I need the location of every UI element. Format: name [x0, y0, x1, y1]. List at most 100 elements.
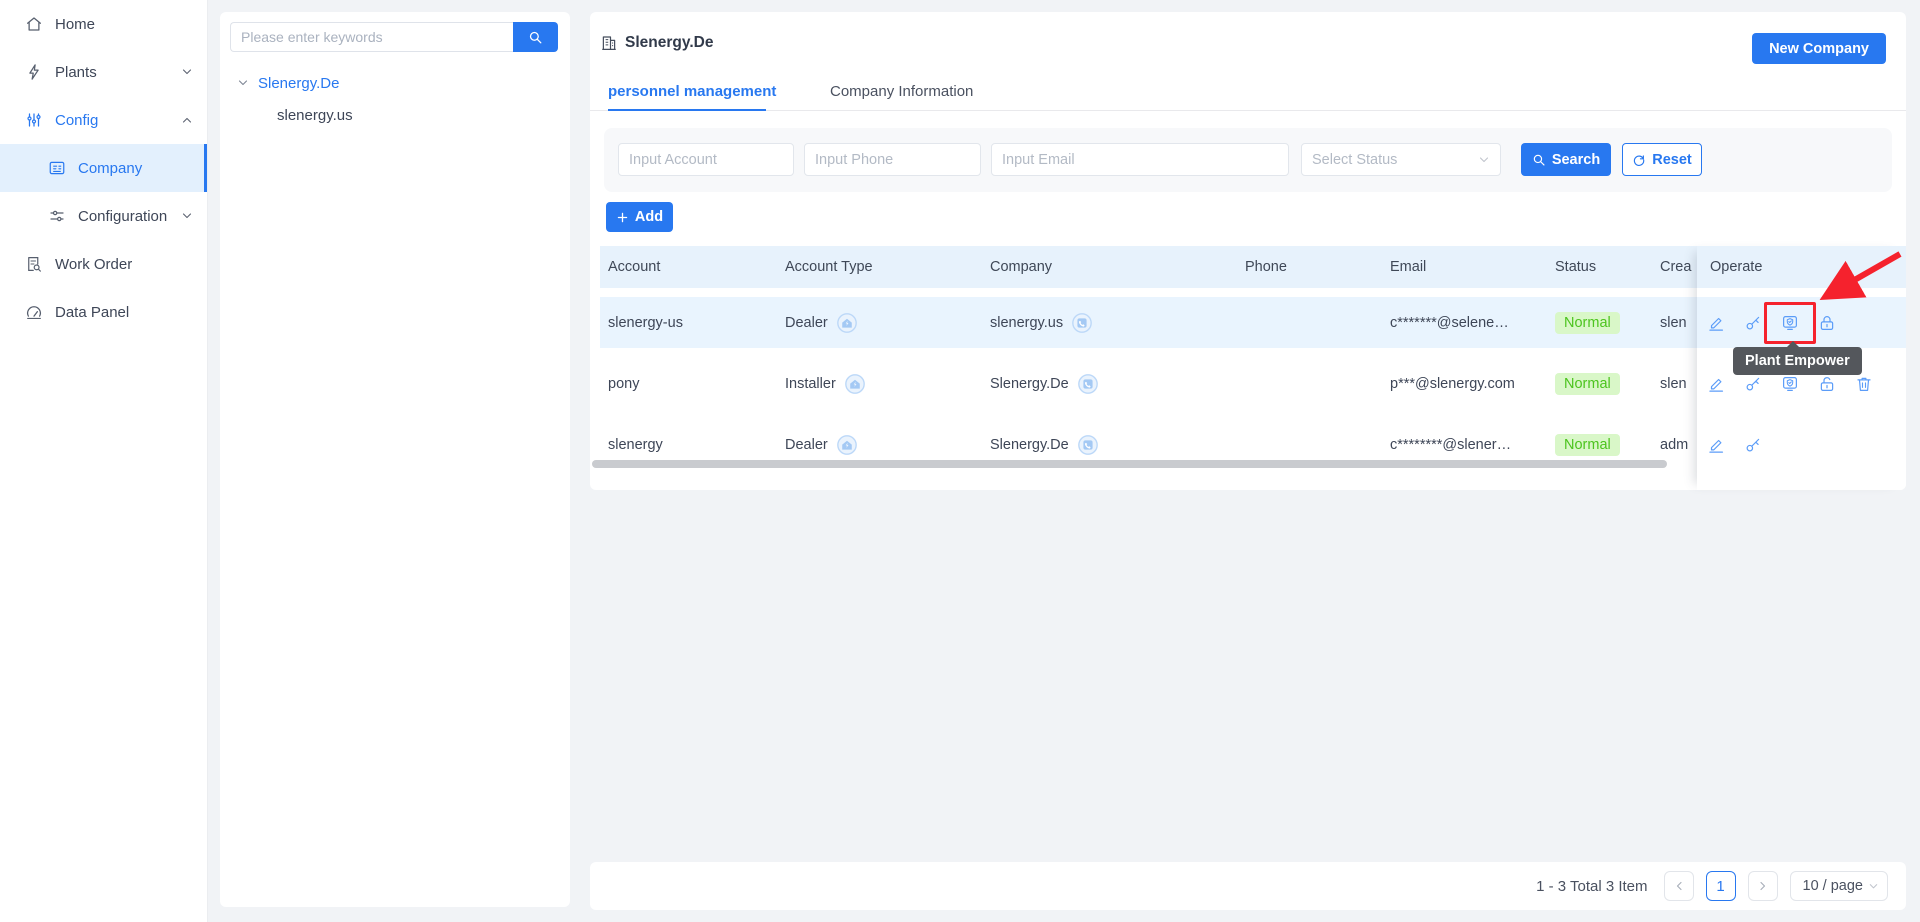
edit-action-icon[interactable] — [1707, 314, 1725, 332]
cell-account-type: Installer — [785, 376, 836, 392]
cell-email: p***@slenergy.com — [1382, 376, 1547, 392]
tree-search-button[interactable] — [513, 22, 558, 52]
cell-email: c*******@selene… — [1382, 315, 1547, 331]
next-page-button[interactable] — [1748, 871, 1778, 901]
new-company-button[interactable]: New Company — [1752, 33, 1886, 64]
previous-page-button[interactable] — [1664, 871, 1694, 901]
tab-company-information[interactable]: Company Information — [830, 73, 973, 110]
company-card-icon — [48, 159, 66, 177]
column-header-account-type: Account Type — [777, 259, 982, 275]
sidebar-item-config[interactable]: Config — [0, 96, 207, 144]
cell-account: slenergy — [600, 437, 777, 453]
tab-personnel-management[interactable]: personnel management — [608, 73, 776, 110]
account-type-badge-icon — [836, 434, 858, 456]
refresh-icon — [1632, 153, 1646, 167]
account-type-badge-icon — [844, 373, 866, 395]
search-icon — [1532, 153, 1546, 167]
sidebar-item-plants[interactable]: Plants — [0, 48, 207, 96]
tree-node-label: slenergy.us — [277, 107, 353, 124]
delete-action-icon[interactable] — [1855, 375, 1873, 393]
sidebar-item-label: Plants — [55, 64, 169, 81]
sidebar-item-company[interactable]: Company — [0, 144, 207, 192]
company-header: Slenergy.De — [600, 34, 713, 52]
page-size-select[interactable]: 10 / page — [1790, 871, 1888, 901]
edit-action-icon[interactable] — [1707, 375, 1725, 393]
company-contact-badge-icon — [1077, 373, 1099, 395]
tree-node-label: Slenergy.De — [258, 75, 339, 92]
active-tab-underline — [608, 109, 766, 111]
gauge-icon — [25, 303, 43, 321]
key-action-icon[interactable] — [1744, 375, 1762, 393]
status-filter-select[interactable]: Select Status — [1301, 143, 1501, 176]
empower-action-icon[interactable] — [1781, 314, 1799, 332]
plant-empower-tooltip: Plant Empower — [1733, 347, 1862, 375]
company-contact-badge-icon — [1077, 434, 1099, 456]
page-title: Slenergy.De — [625, 34, 713, 52]
sidebar-item-label: Data Panel — [55, 304, 193, 321]
sliders-icon — [48, 207, 66, 225]
edit-action-icon[interactable] — [1707, 436, 1725, 454]
cell-company: slenergy.us — [990, 315, 1063, 331]
account-type-badge-icon — [836, 312, 858, 334]
empower-action-icon[interactable] — [1781, 375, 1799, 393]
cell-account: slenergy-us — [600, 315, 777, 331]
chevron-down-icon — [237, 77, 249, 89]
building-icon — [600, 34, 618, 52]
tab-bar: personnel management Company Information — [590, 74, 1906, 111]
column-header-account: Account — [600, 259, 777, 275]
chevron-down-icon — [1478, 154, 1490, 166]
page-number-button[interactable]: 1 — [1706, 871, 1736, 901]
tree-node-root[interactable]: Slenergy.De — [237, 68, 339, 98]
sidebar-item-label: Work Order — [55, 256, 193, 273]
status-badge: Normal — [1555, 312, 1620, 334]
sidebar-item-data-panel[interactable]: Data Panel — [0, 288, 207, 336]
chevron-down-icon — [1868, 881, 1879, 892]
sidebar-item-label: Config — [55, 112, 169, 129]
company-contact-badge-icon — [1071, 312, 1093, 334]
sidebar-item-home[interactable]: Home — [0, 0, 207, 48]
reset-button[interactable]: Reset — [1622, 143, 1702, 176]
cell-email: c********@slener… — [1382, 437, 1547, 453]
key-action-icon[interactable] — [1744, 436, 1762, 454]
sidebar-item-label: Home — [55, 16, 193, 33]
document-search-icon — [25, 255, 43, 273]
account-filter-input[interactable] — [618, 143, 794, 176]
column-header-company: Company — [982, 259, 1237, 275]
cell-company: Slenergy.De — [990, 376, 1069, 392]
lightning-icon — [25, 63, 43, 81]
horizontal-scrollbar[interactable] — [592, 460, 1667, 468]
key-action-icon[interactable] — [1744, 314, 1762, 332]
column-header-email: Email — [1382, 259, 1547, 275]
email-filter-input[interactable] — [991, 143, 1289, 176]
search-button[interactable]: Search — [1521, 143, 1611, 176]
keywords-search-input[interactable] — [230, 22, 513, 52]
cell-account: pony — [600, 376, 777, 392]
add-button[interactable]: Add — [606, 202, 673, 232]
sidebar: Home Plants Config Company Configuration… — [0, 0, 208, 922]
sidebar-item-work-order[interactable]: Work Order — [0, 240, 207, 288]
sidebar-item-configuration[interactable]: Configuration — [0, 192, 207, 240]
cell-company: Slenergy.De — [990, 437, 1069, 453]
status-badge: Normal — [1555, 373, 1620, 395]
filter-bar: Select Status Search Reset — [604, 128, 1892, 192]
cell-account-type: Dealer — [785, 437, 828, 453]
lock-action-icon[interactable] — [1818, 314, 1836, 332]
operate-column: Operate Plant Empower — [1697, 246, 1906, 490]
status-select-placeholder: Select Status — [1312, 152, 1397, 168]
phone-filter-input[interactable] — [804, 143, 981, 176]
operate-body — [1697, 297, 1906, 470]
sidebar-item-label: Configuration — [78, 208, 169, 225]
operate-row — [1697, 297, 1906, 348]
sidebar-item-label: Company — [78, 160, 193, 177]
column-header-status: Status — [1547, 259, 1652, 275]
column-header-phone: Phone — [1237, 259, 1382, 275]
status-badge: Normal — [1555, 434, 1620, 456]
chevron-left-icon — [1673, 880, 1685, 892]
chevron-down-icon — [181, 66, 193, 78]
company-detail-panel: Slenergy.De New Company personnel manage… — [590, 12, 1906, 490]
tree-node-child[interactable]: slenergy.us — [277, 100, 353, 130]
chevron-up-icon — [181, 114, 193, 126]
unlock-action-icon[interactable] — [1818, 375, 1836, 393]
company-tree-panel: Slenergy.De slenergy.us — [220, 12, 570, 907]
plus-icon — [616, 211, 629, 224]
